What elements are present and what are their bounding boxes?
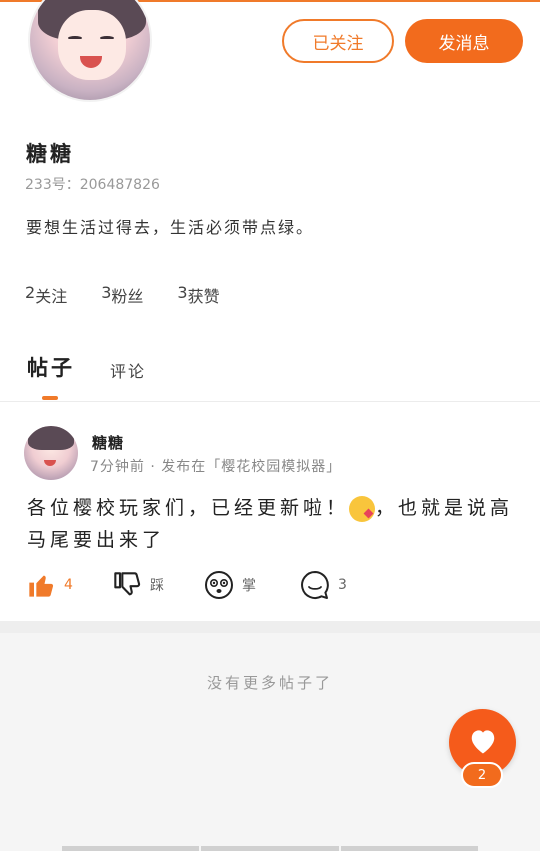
profile-bio: 要想生活过得去，生活必须带点绿。 — [26, 218, 315, 237]
post-author-name[interactable]: 糖糖 — [92, 432, 124, 453]
followed-button[interactable]: 已关注 — [282, 19, 394, 63]
comment-bubble-icon — [300, 570, 330, 600]
profile-user-id: 233号：206487826 — [25, 177, 160, 193]
tab-active-indicator — [42, 396, 58, 400]
avatar-hair — [28, 426, 74, 450]
avatar-eye — [100, 36, 114, 40]
heart-icon — [468, 727, 498, 759]
profile-username: 糖糖 — [26, 142, 74, 166]
post-author-avatar[interactable] — [24, 426, 78, 480]
kiss-emoji-icon — [349, 495, 376, 522]
stat-fans-count: 3 — [101, 283, 112, 302]
like-button[interactable]: 4 — [26, 570, 73, 600]
profile-avatar[interactable] — [28, 0, 152, 102]
tab-comments[interactable]: 评论 — [110, 358, 146, 382]
stat-following[interactable]: 2 关注 — [25, 283, 67, 307]
nav-indicator — [62, 846, 200, 851]
post-meta: 7分钟前 · 发布在「樱花校园模拟器」 — [90, 459, 342, 475]
thumbs-down-icon — [112, 570, 142, 600]
like-count: 4 — [64, 577, 73, 593]
post-content[interactable]: 各位樱校玩家们，已经更新啦！ ，也就是说高马尾要出来了 — [27, 492, 517, 556]
nav-indicator — [201, 846, 339, 851]
dislike-label: 踩 — [150, 578, 164, 594]
avatar-eye — [68, 36, 82, 40]
wow-face-icon — [204, 570, 234, 600]
stat-fans[interactable]: 3 粉丝 — [101, 283, 143, 307]
stat-likes-label: 获赞 — [187, 287, 220, 306]
stat-likes[interactable]: 3 获赞 — [177, 283, 219, 307]
section-separator — [0, 621, 540, 633]
tab-posts[interactable]: 帖子 — [27, 352, 75, 382]
thumbs-up-icon — [26, 570, 56, 600]
post-actions: 4 踩 掌 3 — [26, 570, 516, 604]
comment-count: 3 — [338, 577, 347, 593]
stat-fans-label: 粉丝 — [111, 287, 144, 306]
post-text-part-1: 各位樱校玩家们，已经更新啦！ — [27, 497, 350, 519]
wow-button[interactable]: 掌 — [204, 570, 256, 600]
stat-following-label: 关注 — [35, 287, 68, 306]
nav-indicator — [340, 846, 478, 851]
fab-count-badge: 2 — [461, 762, 503, 788]
bottom-nav-indicators — [62, 846, 478, 851]
avatar-face — [58, 10, 126, 80]
no-more-posts-text: 没有更多帖子了 — [206, 674, 333, 692]
wow-label: 掌 — [242, 578, 256, 594]
comment-button[interactable]: 3 — [300, 570, 347, 600]
stat-following-count: 2 — [25, 283, 36, 302]
profile-stats: 2 关注 3 粉丝 3 获赞 — [25, 283, 220, 307]
dislike-button[interactable]: 踩 — [112, 570, 164, 600]
stat-likes-count: 3 — [177, 283, 188, 302]
send-message-button[interactable]: 发消息 — [405, 19, 523, 63]
tab-divider — [0, 401, 540, 402]
avatar-mouth — [44, 460, 56, 466]
